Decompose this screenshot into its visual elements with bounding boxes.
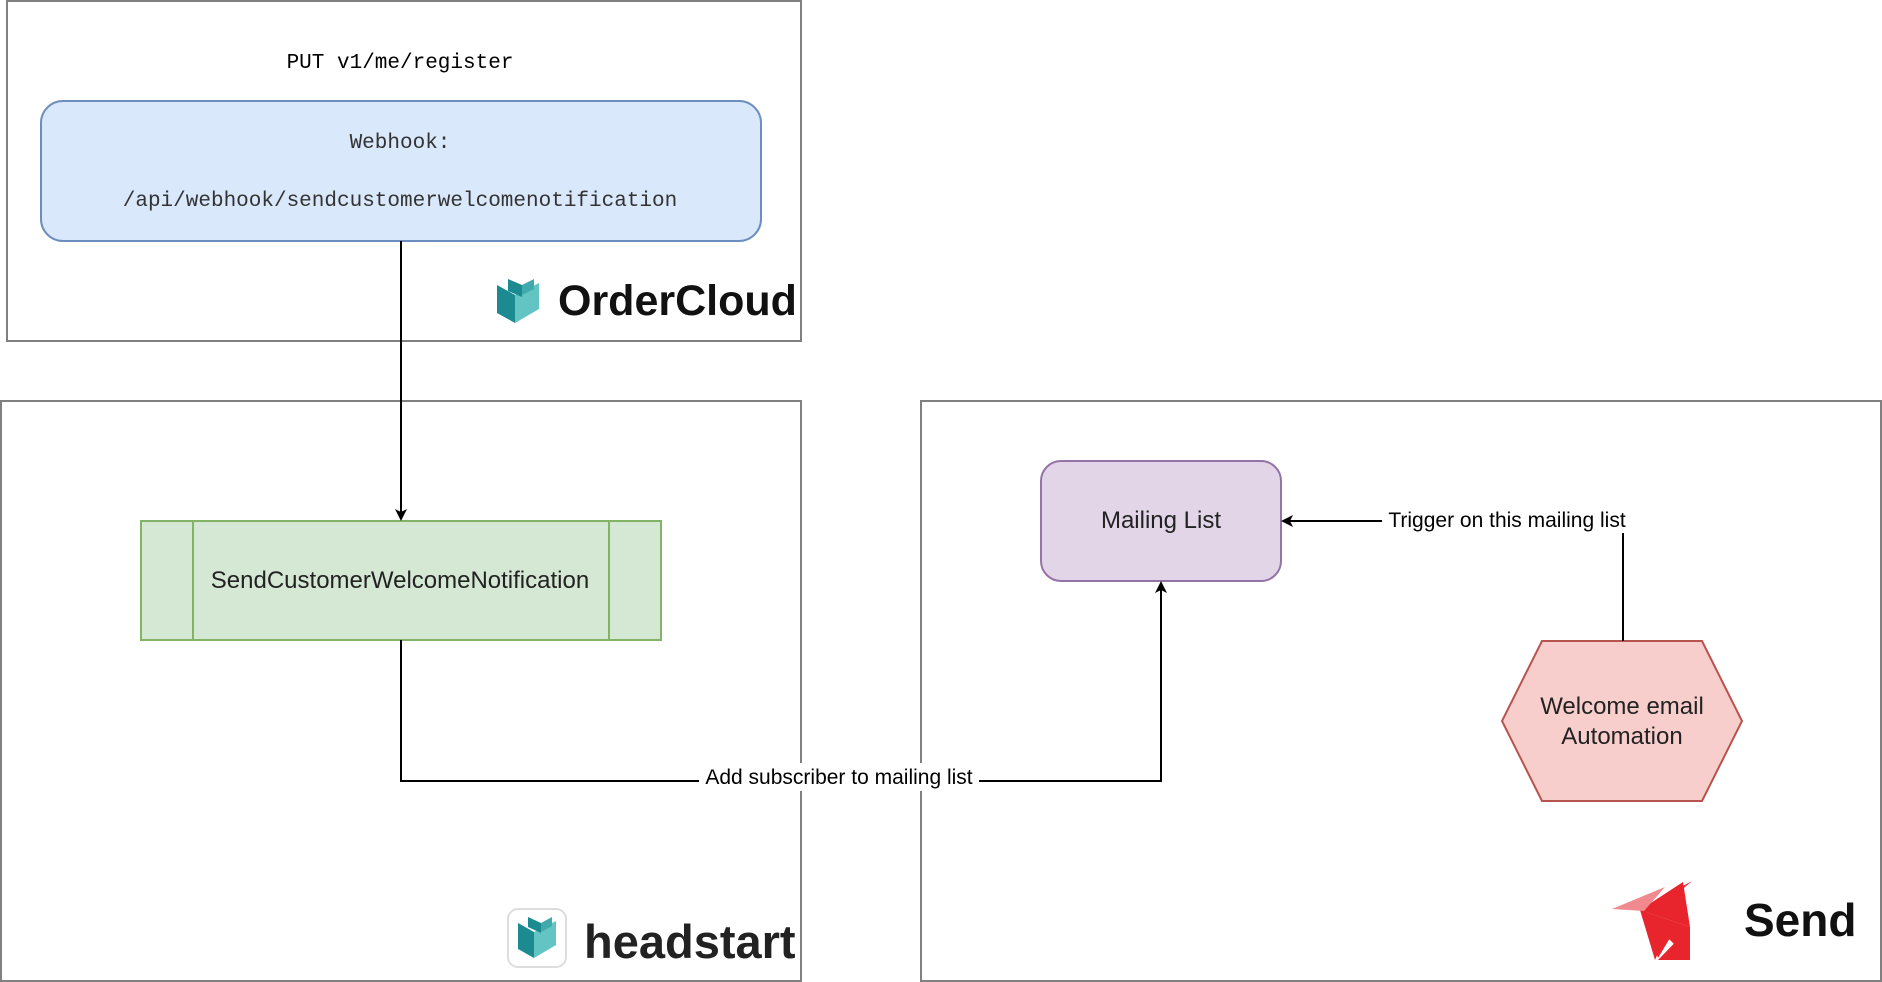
automation-node[interactable] <box>1500 640 1744 802</box>
send-logo-text: Send <box>1744 894 1856 946</box>
webhook-node[interactable] <box>40 100 762 242</box>
add-subscriber-label: Add subscriber to mailing list <box>705 766 972 789</box>
automation-label-line2: Automation <box>1561 723 1682 750</box>
ordercloud-logo-text: OrderCloud <box>558 277 797 325</box>
trigger-label: Trigger on this mailing list <box>1388 509 1625 532</box>
endpoint-label: PUT v1/me/register <box>287 52 514 75</box>
webhook-path: /api/webhook/sendcustomerwelcomenotifica… <box>123 190 678 213</box>
headstart-logo: headstart <box>507 908 796 968</box>
headstart-logo-text: headstart <box>584 915 796 968</box>
webhook-label: Webhook: <box>350 132 451 155</box>
architecture-diagram: PUT v1/me/register Webhook: /api/webhook… <box>0 0 1882 982</box>
mailing-list-label: Mailing List <box>1101 507 1221 534</box>
automation-label-line1: Welcome email <box>1540 693 1704 720</box>
function-label: SendCustomerWelcomeNotification <box>211 567 589 594</box>
